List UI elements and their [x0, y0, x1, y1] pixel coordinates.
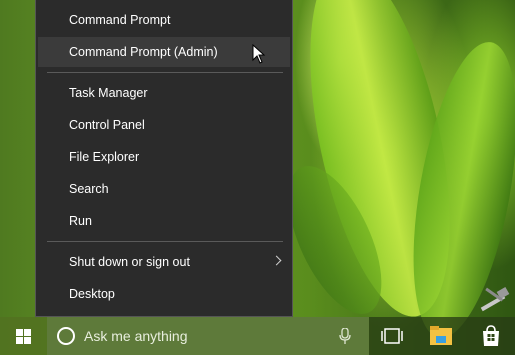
menu-item-label: Shut down or sign out	[69, 255, 190, 269]
menu-item-label: File Explorer	[69, 150, 140, 164]
menu-item-search[interactable]: Search	[38, 174, 290, 204]
task-view-icon[interactable]	[381, 328, 403, 344]
start-button[interactable]	[0, 317, 47, 355]
menu-item-task-manager[interactable]: Task Manager	[38, 78, 290, 108]
windows-logo-icon	[16, 329, 31, 344]
store-icon[interactable]	[480, 325, 502, 347]
menu-item-label: Search	[69, 182, 109, 196]
menu-separator	[47, 241, 283, 242]
menu-item-command-prompt[interactable]: Command Prompt	[38, 5, 290, 35]
menu-item-desktop[interactable]: Desktop	[38, 279, 290, 309]
chevron-right-icon	[271, 255, 282, 266]
admin-tools-icon	[480, 287, 510, 312]
menu-item-label: Task Manager	[69, 86, 148, 100]
menu-separator	[47, 72, 283, 73]
menu-item-label: Run	[69, 214, 92, 228]
taskbar: Ask me anything	[0, 317, 515, 355]
menu-item-shut-down-or-sign-out[interactable]: Shut down or sign out	[38, 247, 290, 277]
menu-item-run[interactable]: Run	[38, 206, 290, 236]
menu-item-control-panel[interactable]: Control Panel	[38, 110, 290, 140]
menu-item-label: Command Prompt (Admin)	[69, 45, 218, 59]
taskbar-search-box[interactable]: Ask me anything	[47, 317, 369, 355]
mouse-cursor-icon	[252, 44, 266, 64]
search-placeholder: Ask me anything	[84, 328, 188, 344]
menu-item-label: Desktop	[69, 287, 115, 301]
microphone-icon[interactable]	[339, 328, 351, 344]
menu-item-file-explorer[interactable]: File Explorer	[38, 142, 290, 172]
cortana-icon	[57, 327, 75, 345]
menu-item-label: Control Panel	[69, 118, 145, 132]
menu-item-label: Command Prompt	[69, 13, 171, 27]
file-explorer-icon[interactable]	[430, 326, 452, 346]
